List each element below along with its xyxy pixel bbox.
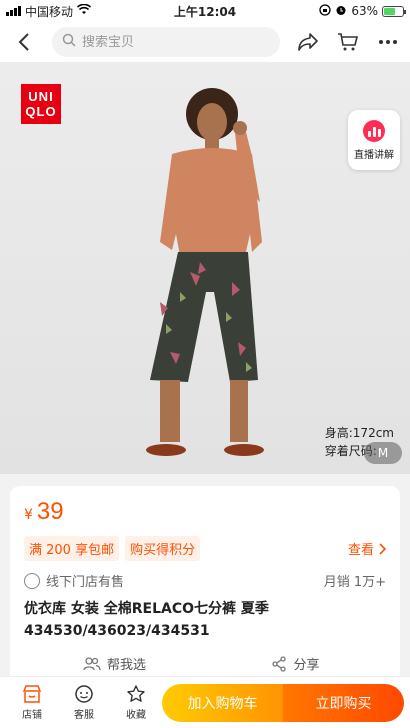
bottom-action-bar: 店铺 客服 收藏 加入购物车 立即购买 <box>0 676 410 728</box>
carrier-label: 中国移动 <box>25 4 74 19</box>
back-icon[interactable] <box>10 28 38 56</box>
tab-service-label: 客服 <box>74 710 94 721</box>
product-title: 优衣库 女装 全棉RELACO七分裤 夏季 434530/436023/4345… <box>24 601 269 639</box>
model-height: 身高:172cm <box>324 426 394 440</box>
live-icon <box>363 119 385 142</box>
live-label: 直播讲解 <box>354 149 394 161</box>
smile-icon <box>74 684 94 704</box>
view-promos-button[interactable]: 查看 <box>348 539 386 558</box>
more-icon[interactable] <box>376 30 400 54</box>
share-button[interactable]: 分享 <box>205 654 386 673</box>
alarm-icon <box>335 4 347 19</box>
promo-free-shipping[interactable]: 满 200 享包邮 <box>24 536 120 561</box>
status-bar: 中国移动 上午12:04 63% <box>0 0 410 22</box>
product-image[interactable]: UNI QLO 直播讲解 身高:172cm 穿着尺码: M <box>0 62 410 474</box>
signal-icon <box>6 6 21 16</box>
search-bar[interactable] <box>52 27 280 57</box>
orientation-lock-icon <box>319 3 331 19</box>
tab-favorite[interactable]: 收藏 <box>110 684 162 721</box>
wifi-icon <box>76 3 92 18</box>
chevron-right-icon <box>379 542 386 555</box>
tab-store-label: 店铺 <box>22 710 42 721</box>
price-currency: ¥ <box>24 507 33 523</box>
search-input[interactable] <box>82 34 252 50</box>
size-badge: M <box>364 442 402 464</box>
share-nodes-icon <box>272 655 287 672</box>
tab-customer-service[interactable]: 客服 <box>58 684 110 721</box>
store-icon <box>24 572 40 589</box>
people-icon <box>83 656 101 670</box>
tab-favorite-label: 收藏 <box>126 710 146 721</box>
price: ¥ 39 <box>24 498 386 526</box>
cart-icon[interactable] <box>336 30 360 54</box>
help-choose-label: 帮我选 <box>106 658 146 673</box>
live-explain-button[interactable]: 直播讲解 <box>348 110 400 170</box>
store-icon <box>22 684 42 704</box>
add-to-cart-button[interactable]: 加入购物车 <box>162 683 283 722</box>
share-label: 分享 <box>293 658 320 673</box>
search-icon <box>62 33 76 51</box>
monthly-sales: 月销 1万+ <box>323 575 386 590</box>
price-value: 39 <box>36 498 64 525</box>
battery-icon <box>382 5 406 17</box>
tab-store[interactable]: 店铺 <box>6 684 58 721</box>
help-choose-button[interactable]: 帮我选 <box>24 654 205 673</box>
view-label: 查看 <box>347 543 374 558</box>
product-info-card: ¥ 39 满 200 享包邮 购买得积分 查看 线下门店有售 月销 1万+ 优衣… <box>10 486 400 686</box>
clock: 上午12:04 <box>173 4 237 19</box>
store-availability[interactable]: 线下门店有售 <box>46 571 124 590</box>
share-icon[interactable] <box>296 30 320 54</box>
star-icon <box>126 684 146 704</box>
promo-points[interactable]: 购买得积分 <box>125 536 201 561</box>
battery-percent: 63% <box>351 4 378 18</box>
nav-bar <box>0 22 410 62</box>
buy-now-button[interactable]: 立即购买 <box>283 683 404 722</box>
